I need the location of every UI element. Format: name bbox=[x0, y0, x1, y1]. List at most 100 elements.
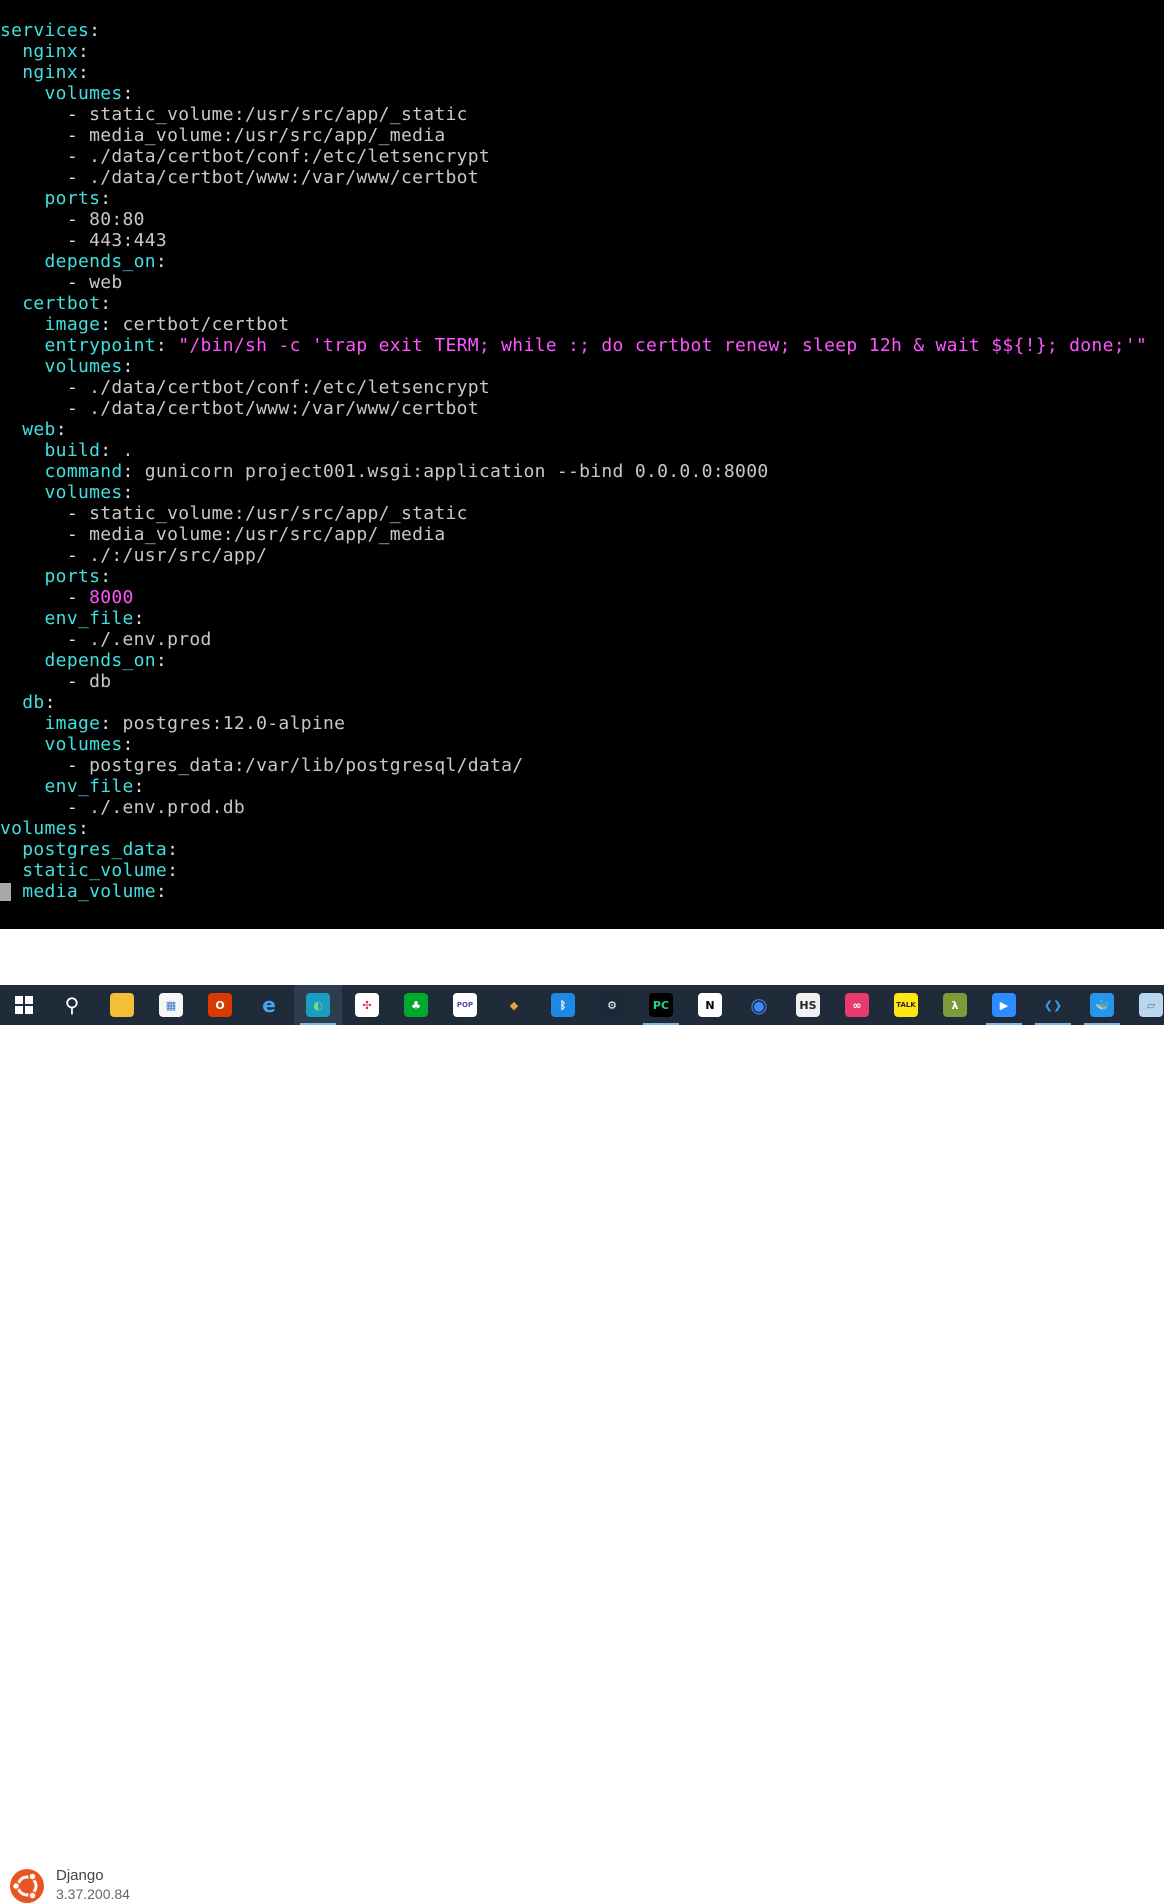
office-taskbar-button[interactable]: O bbox=[196, 985, 244, 1025]
microsoft-store-taskbar-button[interactable]: ▦ bbox=[147, 985, 195, 1025]
code-token: - bbox=[0, 104, 90, 125]
code-token: - bbox=[0, 377, 90, 398]
code-token: "/bin/sh -c 'trap exit TERM; while :; do… bbox=[178, 335, 1148, 356]
file-explorer-taskbar-button[interactable]: ▬ bbox=[98, 985, 146, 1025]
code-token: : bbox=[100, 713, 123, 734]
code-token: - bbox=[0, 671, 90, 692]
code-token: : bbox=[55, 419, 67, 440]
evernote-icon: ♣ bbox=[404, 993, 428, 1017]
code-line: static_volume: bbox=[0, 860, 1147, 881]
windows-start-icon bbox=[12, 993, 36, 1017]
edge-icon: ◐ bbox=[306, 993, 330, 1017]
code-token: - bbox=[0, 125, 90, 146]
code-token: ./.env.prod.db bbox=[89, 797, 246, 818]
code-line: - 8000 bbox=[0, 587, 1147, 608]
code-token: : bbox=[133, 776, 145, 797]
code-line: postgres_data: bbox=[0, 839, 1147, 860]
running-indicator bbox=[986, 1023, 1022, 1025]
chrome-icon: ◉ bbox=[750, 993, 768, 1017]
code-line: ports: bbox=[0, 188, 1147, 209]
code-line: volumes: bbox=[0, 83, 1147, 104]
search-icon: ⚲ bbox=[64, 993, 80, 1017]
bluetooth-taskbar-button[interactable]: ᛒ bbox=[539, 985, 587, 1025]
lambda-taskbar-button[interactable]: λ bbox=[931, 985, 979, 1025]
pophts-taskbar-button[interactable]: POP bbox=[441, 985, 489, 1025]
code-token: static_volume bbox=[0, 860, 168, 881]
slack-taskbar-button[interactable]: ✣ bbox=[343, 985, 391, 1025]
code-line: build: . bbox=[0, 440, 1147, 461]
pophts-icon: POP bbox=[453, 993, 477, 1017]
code-token: 8000 bbox=[89, 587, 134, 608]
code-token: : bbox=[167, 860, 179, 881]
code-token: : bbox=[100, 188, 112, 209]
ssh-session-banner[interactable]: Django 3.37.200.84 bbox=[0, 929, 1164, 1903]
code-token: media_volume bbox=[0, 881, 156, 902]
edge-taskbar-button[interactable]: ◐ bbox=[294, 985, 342, 1025]
windows-taskbar: ⚲ ▬ ▦ Oe ◐ ✣ ♣ POP ◆ ᛒ ⚙ PC N ◉ HS ∞ TALK λ ▶ ❮❯ 🐳 ▱ bbox=[0, 985, 1164, 1025]
code-line: - static_volume:/usr/src/app/_static bbox=[0, 104, 1147, 125]
hs-icon: HS bbox=[796, 993, 820, 1017]
code-token: : bbox=[167, 839, 179, 860]
code-token: web bbox=[0, 419, 56, 440]
hs-taskbar-button[interactable]: HS bbox=[784, 985, 832, 1025]
docker-taskbar-button[interactable]: 🐳 bbox=[1078, 985, 1126, 1025]
code-line: services: bbox=[0, 20, 1147, 41]
code-token: : bbox=[122, 461, 145, 482]
evernote-taskbar-button[interactable]: ♣ bbox=[392, 985, 440, 1025]
notion-taskbar-button[interactable]: N bbox=[686, 985, 734, 1025]
code-token: media_volume:/usr/src/app/_media bbox=[89, 125, 446, 146]
code-line: ports: bbox=[0, 566, 1147, 587]
code-token: ports bbox=[0, 188, 101, 209]
code-token: postgres_data:/var/lib/postgresql/data/ bbox=[89, 755, 524, 776]
code-token: : bbox=[155, 335, 179, 356]
code-token: - bbox=[0, 230, 90, 251]
code-line: - static_volume:/usr/src/app/_static bbox=[0, 503, 1147, 524]
code-token: volumes bbox=[0, 734, 123, 755]
code-token: env_file bbox=[0, 776, 134, 797]
code-token: . bbox=[122, 440, 134, 461]
code-line: volumes: bbox=[0, 818, 1147, 839]
code-token: db bbox=[89, 671, 112, 692]
code-token: ./.env.prod bbox=[89, 629, 212, 650]
code-token: media_volume:/usr/src/app/_media bbox=[89, 524, 446, 545]
code-token: 443:443 bbox=[89, 230, 168, 251]
internet-explorer-taskbar-button[interactable]: e bbox=[245, 985, 293, 1025]
chrome-taskbar-button[interactable]: ◉ bbox=[735, 985, 783, 1025]
running-indicator bbox=[643, 1023, 679, 1025]
code-token: : bbox=[100, 566, 112, 587]
code-token: command bbox=[0, 461, 123, 482]
code-line: - db bbox=[0, 671, 1147, 692]
pycharm-taskbar-button[interactable]: PC bbox=[637, 985, 685, 1025]
code-line: image: certbot/certbot bbox=[0, 314, 1147, 335]
windows-start-taskbar-button[interactable] bbox=[0, 985, 48, 1025]
code-token: static_volume:/usr/src/app/_static bbox=[89, 503, 468, 524]
steam-taskbar-button[interactable]: ⚙ bbox=[588, 985, 636, 1025]
code-token: - bbox=[0, 545, 90, 566]
docker-icon: 🐳 bbox=[1090, 993, 1114, 1017]
zoom-icon: ▶ bbox=[992, 993, 1016, 1017]
vscode-taskbar-button[interactable]: ❮❯ bbox=[1029, 985, 1077, 1025]
code-token: : bbox=[155, 251, 168, 272]
code-token: : bbox=[155, 881, 168, 902]
terminal-window[interactable]: services: nginx: nginx: volumes: - stati… bbox=[0, 0, 1164, 929]
code-line: nginx: bbox=[0, 41, 1147, 62]
kakaotalk-taskbar-button[interactable]: TALK bbox=[882, 985, 930, 1025]
lambda-icon: λ bbox=[943, 993, 967, 1017]
code-token: : bbox=[100, 314, 123, 335]
code-token: certbot bbox=[0, 293, 101, 314]
search-taskbar-button[interactable]: ⚲ bbox=[48, 985, 96, 1025]
code-line: env_file: bbox=[0, 608, 1147, 629]
notepad-taskbar-button[interactable]: ▱ bbox=[1127, 985, 1164, 1025]
sourcetree-taskbar-button[interactable]: ◆ bbox=[490, 985, 538, 1025]
zoom-taskbar-button[interactable]: ▶ bbox=[980, 985, 1028, 1025]
code-token: - bbox=[0, 503, 90, 524]
creative-cloud-taskbar-button[interactable]: ∞ bbox=[833, 985, 881, 1025]
vscode-icon: ❮❯ bbox=[1043, 998, 1063, 1012]
code-line: - ./data/certbot/www:/var/www/certbot bbox=[0, 398, 1147, 419]
code-token: - bbox=[0, 755, 90, 776]
code-token: volumes bbox=[0, 818, 78, 839]
code-token: : bbox=[77, 62, 90, 83]
running-indicator bbox=[1084, 1023, 1120, 1025]
notepad-icon: ▱ bbox=[1139, 993, 1163, 1017]
code-token: : bbox=[133, 608, 145, 629]
